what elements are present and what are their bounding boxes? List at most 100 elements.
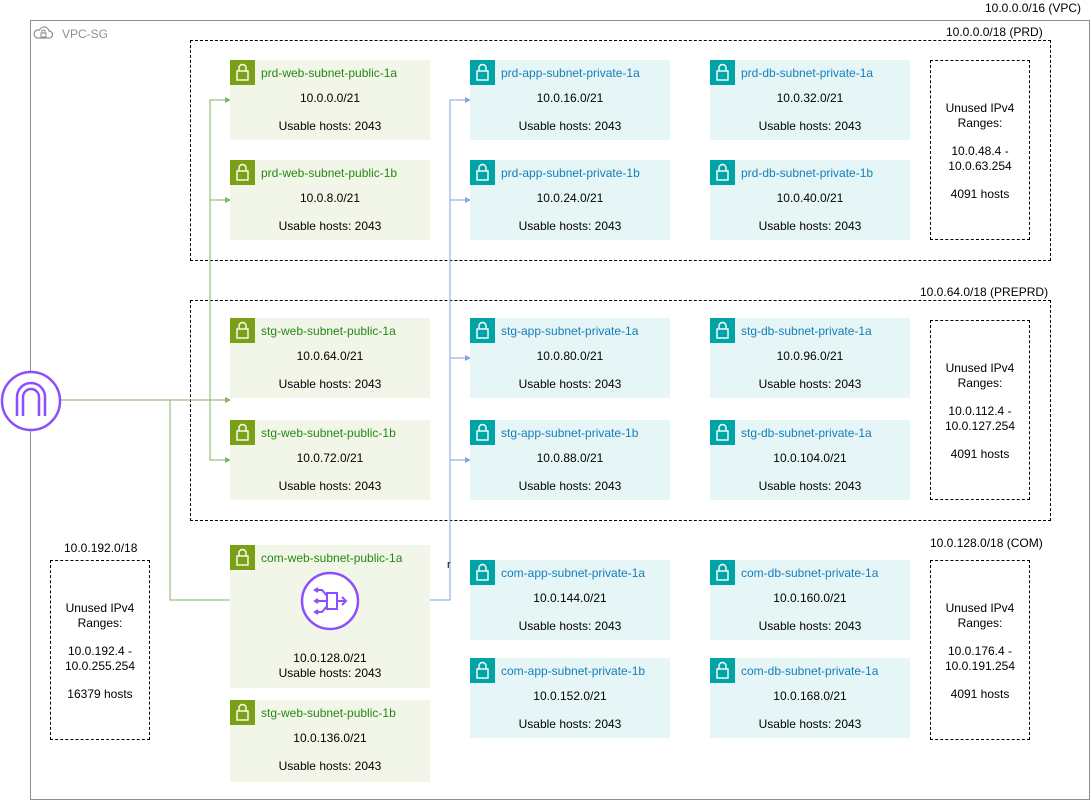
subnet-name: stg-db-subnet-private-1a [741,426,872,440]
unused-title: Unused IPv4 [945,601,1015,615]
lock-icon [470,560,495,585]
subnet-prd-web-1b[interactable]: prd-web-subnet-public-1b 10.0.8.0/21 Usa… [230,160,430,240]
subnet-hosts: Usable hosts: 2043 [278,759,382,773]
subnet-cidr: 10.0.40.0/21 [776,191,844,205]
subnet-stg-app-1b[interactable]: stg-app-subnet-private-1b 10.0.88.0/21 U… [470,420,670,500]
subnet-name: stg-app-subnet-private-1a [501,324,639,338]
unused-title: Unused IPv4 [945,101,1015,115]
subnet-cidr: 10.0.88.0/21 [536,451,604,465]
lock-icon [710,160,735,185]
subnet-hosts: Usable hosts: 2043 [278,219,382,233]
line-to-prd-web-1a [209,97,231,400]
subnet-name: prd-app-subnet-private-1a [501,66,640,80]
subnet-name: stg-db-subnet-private-1a [741,324,872,338]
subnet-cidr: 10.0.144.0/21 [533,591,607,605]
subnet-cidr: 10.0.136.0/21 [293,731,367,745]
subnet-hosts: Usable hosts: 2043 [758,219,862,233]
subnet-name: com-db-subnet-private-1a [741,566,879,580]
lock-icon [230,420,255,445]
unused-range-free: Unused IPv4 Ranges: 10.0.192.4 - 10.0.25… [50,560,150,740]
connector-label: r [447,559,451,571]
subnet-hosts: Usable hosts: 2043 [278,666,382,680]
subnet-stg-db-1b[interactable]: stg-db-subnet-private-1a 10.0.104.0/21 U… [710,420,910,500]
subnet-prd-db-1a[interactable]: prd-db-subnet-private-1a 10.0.32.0/21 Us… [710,60,910,140]
unused-from: 10.0.48.4 - [951,144,1009,158]
subnet-com-app-1a[interactable]: com-app-subnet-private-1a 10.0.144.0/21 … [470,560,670,640]
subnet-com-web-1b[interactable]: stg-web-subnet-public-1b 10.0.136.0/21 U… [230,700,430,782]
subnet-name: prd-db-subnet-private-1b [741,166,874,180]
subnet-hosts: Usable hosts: 2043 [758,717,862,731]
unused-range-com: Unused IPv4 Ranges: 10.0.176.4 - 10.0.19… [930,560,1030,740]
subnet-stg-web-1a[interactable]: stg-web-subnet-public-1a 10.0.64.0/21 Us… [230,318,430,398]
subnet-com-db-1a[interactable]: com-db-subnet-private-1a 10.0.160.0/21 U… [710,560,910,640]
subnet-cidr: 10.0.64.0/21 [296,349,364,363]
subnet-cidr: 10.0.16.0/21 [536,91,604,105]
lock-icon [470,658,495,683]
subnet-hosts: Usable hosts: 2043 [758,377,862,391]
subnet-cidr: 10.0.96.0/21 [776,349,844,363]
subnet-stg-app-1a[interactable]: stg-app-subnet-private-1a 10.0.80.0/21 U… [470,318,670,398]
subnet-hosts: Usable hosts: 2043 [518,377,622,391]
unused-title-2: Ranges: [957,116,1003,130]
subnet-prd-db-1b[interactable]: prd-db-subnet-private-1b 10.0.40.0/21 Us… [710,160,910,240]
subnet-name: com-app-subnet-private-1b [501,664,646,678]
unused-title-2: Ranges: [957,616,1003,630]
unused-to: 10.0.191.254 [944,659,1016,673]
unused-range-prd: Unused IPv4 Ranges: 10.0.48.4 - 10.0.63.… [930,60,1030,240]
unused-hosts: 4091 hosts [950,687,1010,701]
subnet-prd-app-1a[interactable]: prd-app-subnet-private-1a 10.0.16.0/21 U… [470,60,670,140]
unused-hosts: 16379 hosts [67,687,133,701]
subnet-cidr: 10.0.32.0/21 [776,91,844,105]
subnet-name: prd-web-subnet-public-1b [261,166,398,180]
lock-icon [710,560,735,585]
unused-to: 10.0.127.254 [944,419,1016,433]
subnet-stg-db-1a[interactable]: stg-db-subnet-private-1a 10.0.96.0/21 Us… [710,318,910,398]
subnet-cidr: 10.0.128.0/21 [293,651,367,665]
unused-from: 10.0.176.4 - [947,644,1013,658]
subnet-cidr: 10.0.152.0/21 [533,689,607,703]
subnet-prd-web-1a[interactable]: prd-web-subnet-public-1a 10.0.0.0/21 Usa… [230,60,430,140]
unused-hosts: 4091 hosts [950,187,1010,201]
subnet-cidr: 10.0.0.0/21 [299,91,361,105]
subnet-hosts: Usable hosts: 2043 [278,377,382,391]
subnet-cidr: 10.0.8.0/21 [299,191,361,205]
unused-hosts: 4091 hosts [950,447,1010,461]
subnet-name: stg-web-subnet-public-1b [261,426,396,440]
lock-icon [710,420,735,445]
nat-gateway-icon[interactable] [300,571,360,631]
lock-icon [710,318,735,343]
lock-icon [230,700,255,725]
subnet-name: prd-app-subnet-private-1b [501,166,640,180]
lock-icon [710,60,735,85]
subnet-cidr: 10.0.160.0/21 [773,591,847,605]
subnet-com-app-1b[interactable]: com-app-subnet-private-1b 10.0.152.0/21 … [470,658,670,738]
subnet-hosts: Usable hosts: 2043 [518,119,622,133]
unused-title: Unused IPv4 [945,361,1015,375]
subnet-hosts: Usable hosts: 2043 [518,479,622,493]
subnet-hosts: Usable hosts: 2043 [518,717,622,731]
subnet-prd-app-1b[interactable]: prd-app-subnet-private-1b 10.0.24.0/21 U… [470,160,670,240]
subnet-name: com-db-subnet-private-1a [741,664,879,678]
subnet-cidr: 10.0.72.0/21 [296,451,364,465]
lock-icon [230,160,255,185]
subnet-hosts: Usable hosts: 2043 [758,479,862,493]
subnet-name: com-web-subnet-public-1a [261,551,403,565]
subnet-hosts: Usable hosts: 2043 [758,119,862,133]
lock-icon [470,318,495,343]
subnet-stg-web-1b[interactable]: stg-web-subnet-public-1b 10.0.72.0/21 Us… [230,420,430,500]
subnet-hosts: Usable hosts: 2043 [278,479,382,493]
subnet-name: prd-db-subnet-private-1a [741,66,874,80]
internet-gateway-icon[interactable] [0,370,62,432]
unused-from: 10.0.112.4 - [948,404,1012,418]
subnet-com-db-1b[interactable]: com-db-subnet-private-1a 10.0.168.0/21 U… [710,658,910,738]
lock-icon [470,160,495,185]
subnet-cidr: 10.0.24.0/21 [536,191,604,205]
subnet-hosts: Usable hosts: 2043 [518,619,622,633]
lock-icon [230,545,255,570]
unused-from: 10.0.192.4 - [67,644,133,658]
unused-to: 10.0.63.254 [948,159,1012,173]
subnet-name: stg-app-subnet-private-1b [501,426,639,440]
subnet-name: com-app-subnet-private-1a [501,566,646,580]
subnet-cidr: 10.0.104.0/21 [773,451,847,465]
unused-to: 10.0.255.254 [64,659,136,673]
